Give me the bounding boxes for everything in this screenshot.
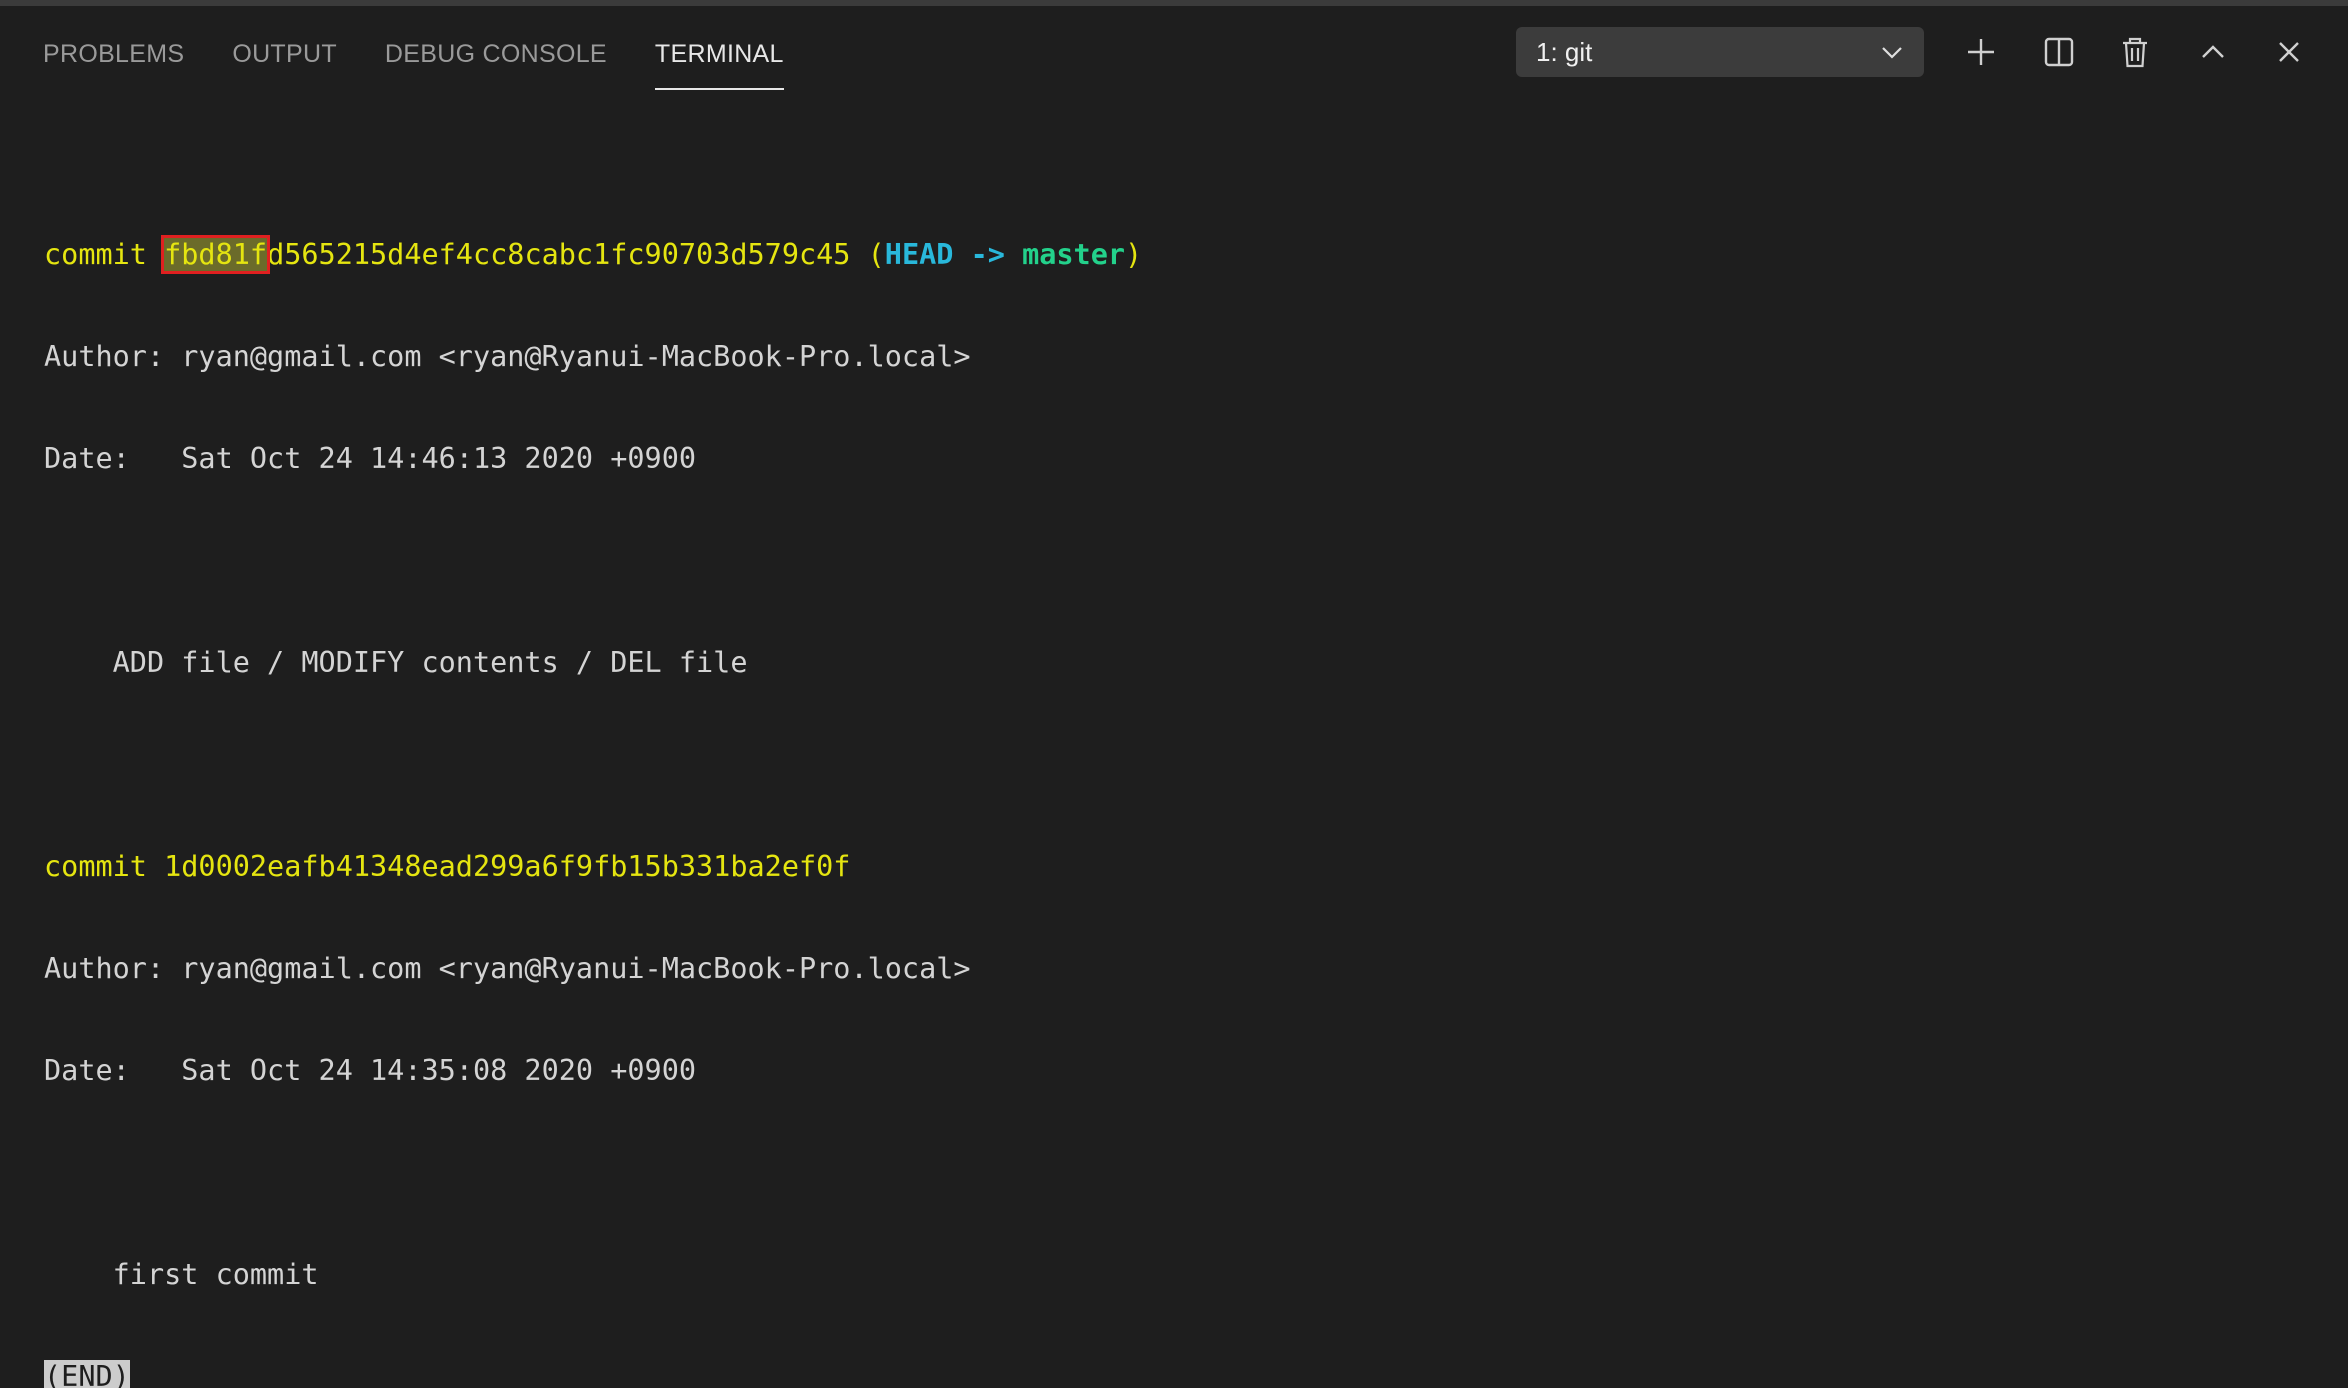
close-panel-button[interactable] [2266, 29, 2312, 75]
panel-tabs: PROBLEMS OUTPUT DEBUG CONSOLE TERMINAL [43, 34, 784, 90]
plus-icon [1968, 39, 1994, 65]
end-line: (END) [44, 1360, 1142, 1388]
date-line: Date: Sat Oct 24 14:35:08 2020 +0900 [44, 1054, 697, 1087]
author-line: Author: ryan@gmail.com <ryan@Ryanui-MacB… [44, 340, 971, 373]
close-icon [2279, 42, 2299, 62]
trash-icon [2123, 37, 2147, 68]
kill-terminal-button[interactable] [2112, 29, 2158, 75]
commit-line: commit fbd81fd565215d4ef4cc8cabc1fc90703… [44, 235, 1143, 274]
end-marker: (END) [44, 1360, 130, 1388]
commit-message: ADD file / MODIFY contents / DEL file [44, 646, 748, 679]
commit-message: first commit [44, 1258, 319, 1291]
chevron-up-icon [2202, 45, 2224, 58]
highlighted-hash-prefix: fbd81f [161, 235, 271, 274]
split-terminal-button[interactable] [2036, 29, 2082, 75]
tab-debug-console[interactable]: DEBUG CONSOLE [385, 34, 607, 90]
tab-problems[interactable]: PROBLEMS [43, 34, 184, 90]
tab-output[interactable]: OUTPUT [232, 34, 337, 90]
author-line: Author: ryan@gmail.com <ryan@Ryanui-MacB… [44, 952, 971, 985]
commit-line: commit 1d0002eafb41348ead299a6f9fb15b331… [44, 850, 851, 883]
chevron-down-icon [1882, 47, 1902, 59]
terminal-select-value: 1: git [1536, 36, 1593, 67]
split-icon [2044, 37, 2074, 67]
branch-ref: master [1022, 238, 1126, 271]
tab-terminal[interactable]: TERMINAL [654, 34, 784, 90]
terminal-output[interactable]: commit fbd81fd565215d4ef4cc8cabc1fc90703… [44, 170, 1142, 1388]
maximize-panel-button[interactable] [2190, 29, 2236, 75]
date-line: Date: Sat Oct 24 14:46:13 2020 +0900 [44, 442, 697, 475]
new-terminal-button[interactable] [1958, 29, 2004, 75]
head-ref: HEAD -> [884, 238, 1023, 271]
terminal-select[interactable]: 1: git [1516, 27, 1924, 77]
